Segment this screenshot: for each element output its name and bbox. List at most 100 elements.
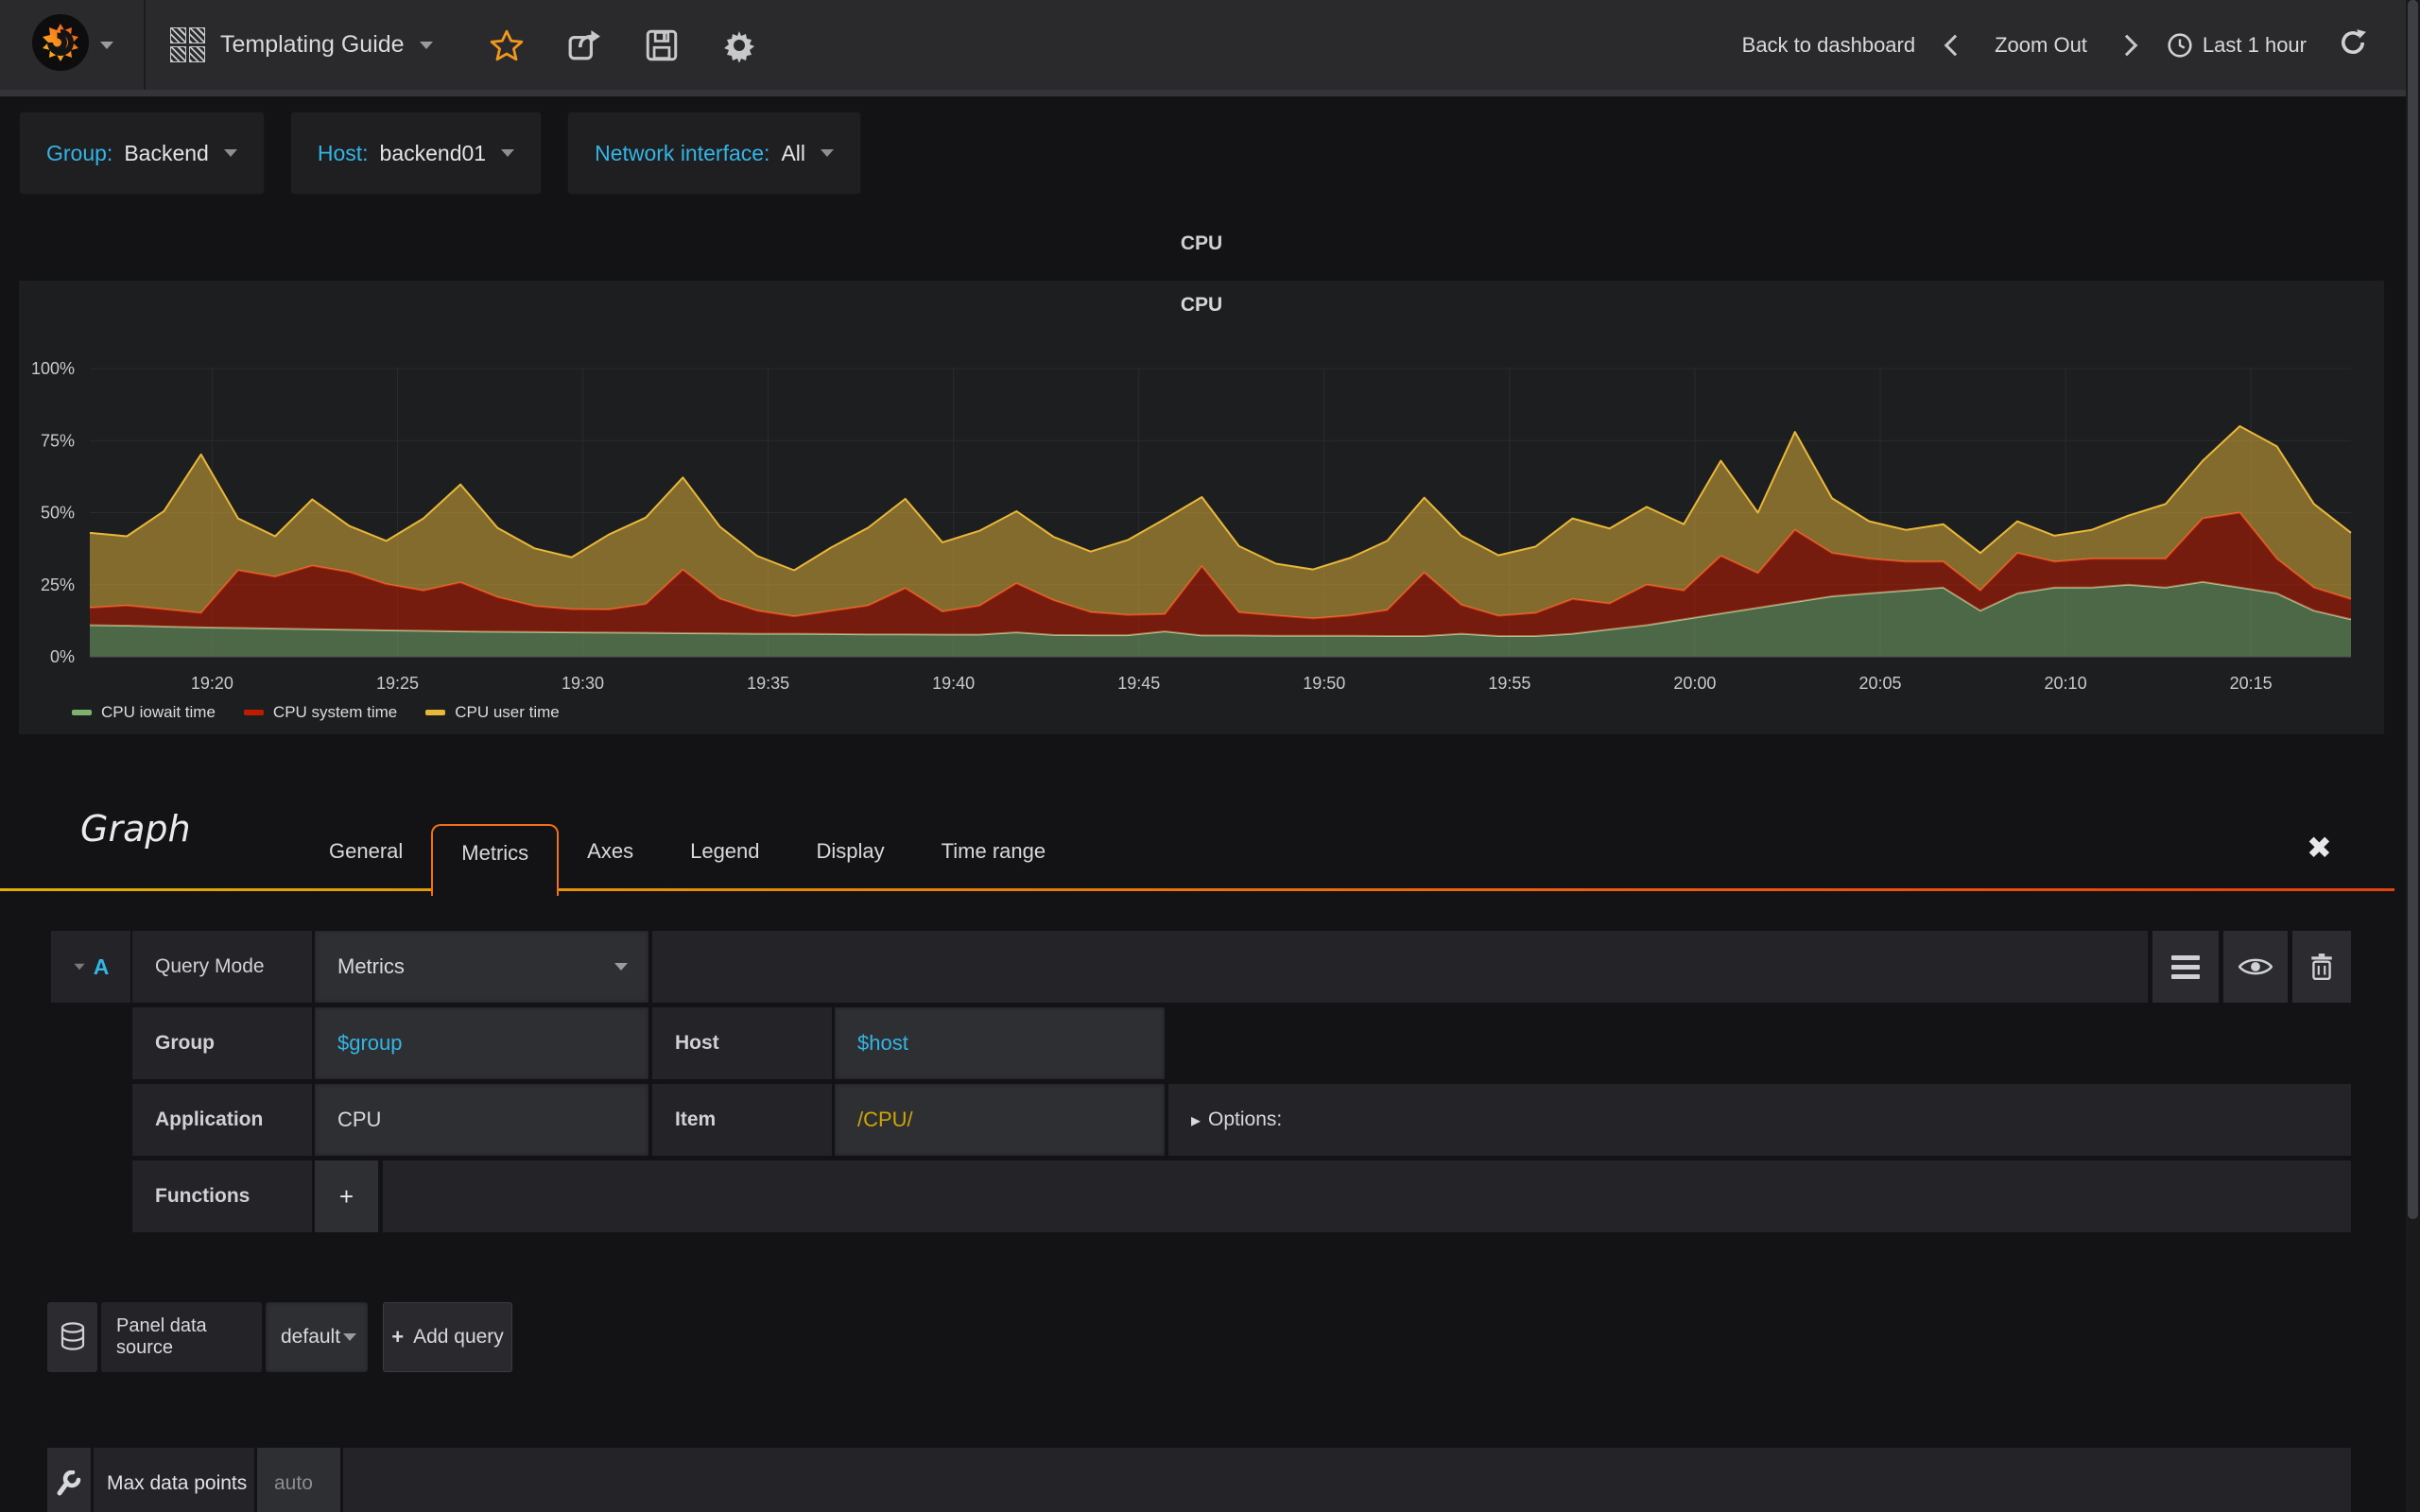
- options-toggle[interactable]: ▸ Options:: [1168, 1084, 2351, 1156]
- item-input[interactable]: /CPU/: [835, 1084, 1165, 1156]
- query-mode-value: Metrics: [337, 954, 405, 978]
- dashboard-caret-icon: [419, 41, 433, 49]
- datasource-select[interactable]: default: [266, 1302, 368, 1372]
- host-input[interactable]: $host: [835, 1007, 1165, 1079]
- group-label: Group: [155, 1032, 215, 1054]
- max-data-points-input[interactable]: [257, 1448, 340, 1512]
- datasource-value: default: [281, 1326, 341, 1348]
- tab-general[interactable]: General: [301, 824, 431, 879]
- variable-host-value: backend01: [379, 140, 487, 165]
- variable-group-caret-icon: [223, 149, 237, 157]
- max-data-points-filler: [343, 1448, 2351, 1512]
- time-shift-right-icon[interactable]: [2116, 34, 2138, 56]
- group-label-cell: Group: [132, 1007, 312, 1079]
- editor-tabs: General Metrics Axes Legend Display Time…: [301, 824, 1074, 896]
- scrollbar-thumb[interactable]: [2408, 0, 2418, 1219]
- legend-item-iowait[interactable]: CPU iowait time: [72, 703, 216, 722]
- variable-host[interactable]: Host: backend01: [289, 112, 543, 195]
- svg-text:75%: 75%: [41, 431, 75, 450]
- gear-icon: [723, 30, 754, 62]
- star-button[interactable]: [482, 17, 531, 74]
- add-query-button[interactable]: + Add query: [383, 1302, 512, 1372]
- dashboard-row-title[interactable]: CPU: [19, 232, 2384, 255]
- application-value: CPU: [337, 1108, 382, 1131]
- svg-text:19:50: 19:50: [1303, 674, 1345, 693]
- wrench-icon: [57, 1470, 81, 1496]
- refresh-button[interactable]: [2339, 28, 2367, 62]
- group-value: $group: [337, 1031, 403, 1055]
- variable-group-value: Backend: [124, 140, 209, 165]
- legend-swatch-system: [243, 710, 264, 715]
- svg-text:20:05: 20:05: [1858, 674, 1901, 693]
- variable-network-interface[interactable]: Network interface: All: [567, 112, 861, 195]
- plus-icon: +: [338, 1181, 354, 1211]
- navbar: Templating Guide Back to dashboard Zoom …: [0, 0, 2420, 96]
- dashboard-title-dropdown[interactable]: Templating Guide: [146, 0, 458, 90]
- max-data-points-label: Max data points: [107, 1472, 248, 1494]
- query-menu-button[interactable]: [2152, 931, 2219, 1003]
- tab-display[interactable]: Display: [788, 824, 913, 879]
- options-caret-icon: ▸: [1191, 1109, 1201, 1131]
- query-toggle-visibility-button[interactable]: [2223, 931, 2288, 1003]
- item-label: Item: [675, 1108, 717, 1130]
- query-mode-select[interactable]: Metrics: [315, 931, 648, 1003]
- tab-time-range[interactable]: Time range: [913, 824, 1074, 879]
- application-input[interactable]: CPU: [315, 1084, 648, 1156]
- back-to-dashboard-link[interactable]: Back to dashboard: [1742, 33, 1915, 58]
- cpu-panel: CPU 0% 25% 50% 75% 100% 19:20 19:25 19:30 19:35 1…: [19, 281, 2384, 734]
- svg-text:20:00: 20:00: [1673, 674, 1716, 693]
- variable-netif-value: All: [781, 140, 805, 165]
- variable-group[interactable]: Group: Backend: [19, 112, 265, 195]
- template-variables-row: Group: Backend Host: backend01 Network i…: [19, 112, 861, 195]
- panel-title[interactable]: CPU: [19, 294, 2384, 317]
- cpu-stacked-area-chart[interactable]: 0% 25% 50% 75% 100% 19:20 19:25 19:30 19:35 19:40…: [19, 333, 2384, 730]
- add-function-button[interactable]: +: [315, 1160, 378, 1232]
- datasource-label-cell: Panel data source: [101, 1302, 262, 1372]
- legend-item-system[interactable]: CPU system time: [243, 703, 398, 722]
- host-label: Host: [675, 1032, 719, 1054]
- close-editor-icon[interactable]: ✖: [2307, 830, 2332, 866]
- time-shift-left-icon[interactable]: [1944, 34, 1966, 56]
- legend-swatch-iowait: [72, 710, 92, 715]
- tab-axes[interactable]: Axes: [559, 824, 662, 879]
- scrollbar-track[interactable]: [2406, 0, 2420, 1512]
- share-button[interactable]: [560, 17, 609, 74]
- legend-label-system: CPU system time: [272, 703, 398, 721]
- svg-text:20:15: 20:15: [2230, 674, 2273, 693]
- svg-text:19:35: 19:35: [747, 674, 789, 693]
- tab-metrics[interactable]: Metrics: [431, 824, 560, 896]
- save-button[interactable]: [637, 17, 686, 74]
- functions-label: Functions: [155, 1185, 251, 1207]
- query-ref-toggle[interactable]: A: [51, 931, 130, 1003]
- zoom-out-link[interactable]: Zoom Out: [1995, 33, 2087, 58]
- settings-button[interactable]: [715, 17, 764, 74]
- query-mode-caret-icon: [614, 963, 628, 971]
- clock-icon: [2168, 32, 2192, 58]
- grafana-logo-menu[interactable]: [0, 0, 144, 90]
- query-mode-label: Query Mode: [155, 955, 265, 977]
- editor-tabs-underline: [0, 888, 2394, 891]
- legend-item-user[interactable]: CPU user time: [425, 703, 560, 722]
- variable-host-caret-icon: [501, 149, 515, 157]
- chart-legend: CPU iowait time CPU system time CPU user…: [72, 703, 560, 722]
- datasource-icon-cell: [47, 1302, 97, 1372]
- add-query-plus-icon: +: [391, 1325, 405, 1349]
- metrics-options-icon-cell: [47, 1448, 91, 1512]
- dashboard-grid-icon: [170, 27, 205, 62]
- datasource-label: Panel data source: [116, 1315, 207, 1358]
- database-icon: [60, 1322, 84, 1350]
- group-input[interactable]: $group: [315, 1007, 648, 1079]
- grafana-logo-icon: [30, 12, 91, 77]
- query-row-filler: [652, 931, 2148, 1003]
- query-delete-button[interactable]: [2292, 931, 2351, 1003]
- svg-text:25%: 25%: [41, 576, 75, 594]
- tab-legend[interactable]: Legend: [662, 824, 787, 879]
- max-data-points-label-cell: Max data points: [94, 1448, 254, 1512]
- functions-label-cell: Functions: [132, 1160, 312, 1232]
- eye-icon: [2238, 958, 2273, 975]
- star-icon: [490, 29, 523, 60]
- variable-netif-label: Network interface:: [595, 140, 770, 165]
- svg-text:19:25: 19:25: [376, 674, 419, 693]
- time-picker[interactable]: Last 1 hour: [2167, 32, 2307, 59]
- application-label: Application: [155, 1108, 264, 1130]
